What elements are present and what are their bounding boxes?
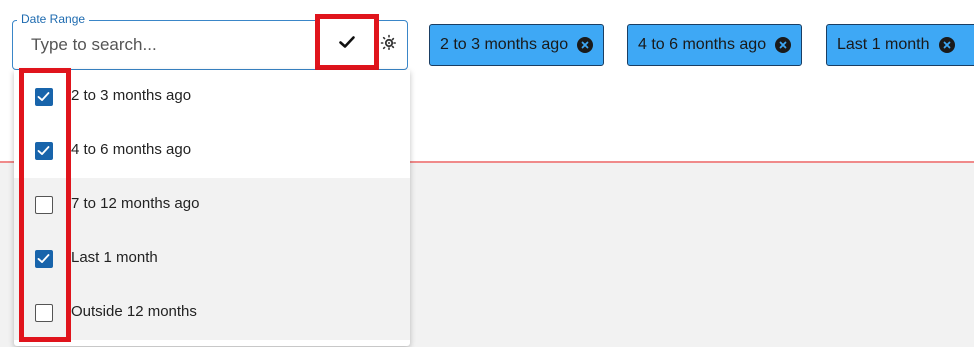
field-legend: Date Range [17, 12, 90, 26]
chip-label: 2 to 3 months ago [440, 36, 569, 53]
option-item[interactable]: Last 1 month [14, 232, 410, 286]
selected-chip[interactable]: 4 to 6 months ago [627, 24, 803, 66]
checkmark-icon [37, 254, 50, 263]
close-circle-icon[interactable] [938, 37, 955, 53]
selected-chip[interactable]: Last 1 month [826, 24, 974, 66]
options-dropdown: 2 to 3 months ago 4 to 6 months ago 7 to… [14, 70, 410, 346]
option-checkbox[interactable] [35, 196, 53, 214]
chip-label: 4 to 6 months ago [638, 36, 767, 53]
date-range-filter-screen: Date Range 2 to 3 months ago 4 to 6 mont… [0, 0, 974, 347]
selected-chip[interactable]: 2 to 3 months ago [429, 24, 605, 66]
option-item[interactable]: 4 to 6 months ago [14, 124, 410, 178]
option-checkbox[interactable] [35, 142, 53, 160]
chip-label: Last 1 month [837, 36, 930, 53]
option-label: Last 1 month [71, 249, 158, 266]
option-checkbox[interactable] [35, 304, 53, 322]
option-item[interactable]: 7 to 12 months ago [14, 178, 410, 232]
option-label: 2 to 3 months ago [71, 87, 192, 104]
option-checkbox[interactable] [35, 88, 53, 106]
search-input[interactable] [31, 33, 311, 57]
close-circle-icon[interactable] [775, 37, 792, 53]
settings-icon[interactable] [380, 34, 398, 52]
option-label: Outside 12 months [71, 303, 197, 320]
check-icon [339, 36, 355, 48]
option-label: 4 to 6 months ago [71, 141, 192, 158]
close-circle-icon[interactable] [577, 37, 594, 53]
checkmark-icon [37, 92, 50, 101]
option-item[interactable]: Outside 12 months [14, 286, 410, 340]
confirm-button[interactable] [315, 14, 379, 70]
option-label: 7 to 12 months ago [71, 195, 200, 212]
option-checkbox[interactable] [35, 250, 53, 268]
option-item[interactable]: 2 to 3 months ago [14, 70, 410, 124]
checkmark-icon [37, 146, 50, 155]
